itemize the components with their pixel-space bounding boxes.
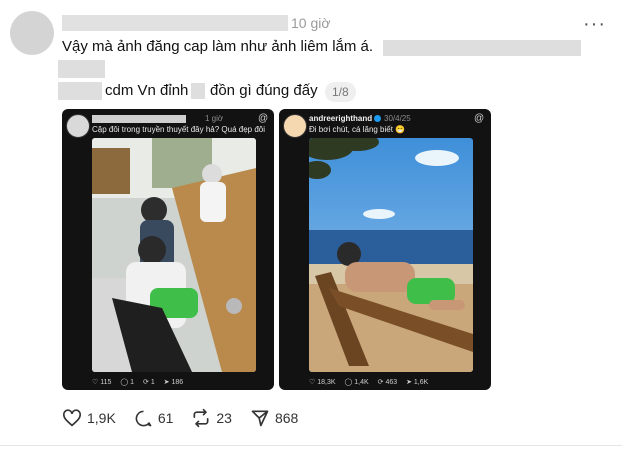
repost-button[interactable]: 23 [191, 408, 232, 428]
repost-icon [193, 408, 209, 428]
send-icon [251, 410, 269, 427]
repost-count: 23 [216, 410, 232, 426]
card-reposts: ⟳ 463 [377, 379, 398, 386]
card-likes: ♡ 18,3K [309, 379, 336, 386]
action-bar: 1,9K 61 23 868 [62, 407, 316, 429]
share-count: 868 [274, 410, 299, 426]
more-options-icon[interactable]: ··· [583, 14, 606, 34]
card-date: 30/4/25 [384, 114, 411, 123]
card-comments: ◯ 1 [120, 379, 135, 386]
post-divider [0, 445, 622, 446]
card-time: 1 giờ [205, 114, 224, 123]
redacted-text [58, 82, 102, 100]
author-avatar[interactable] [10, 11, 54, 55]
threads-logo-icon: @ [474, 113, 485, 124]
post-text-line-3a: cdm Vn đỉnh [105, 82, 189, 99]
photo-cafe [92, 138, 256, 372]
comment-icon [135, 410, 152, 426]
image-counter: 1/8 [325, 82, 356, 102]
card-stats: ♡ 115 ◯ 1 ⟳ 1 ➤ 186 [92, 377, 190, 389]
like-button[interactable]: 1,9K [62, 409, 116, 427]
photo-beach [309, 138, 473, 372]
comment-count: 61 [157, 410, 174, 426]
card-avatar [66, 114, 90, 138]
card-likes: ♡ 115 [92, 379, 112, 386]
card-text: Cặp đôi trong truyền thuyết đây hả? Quá … [92, 125, 266, 134]
embedded-screenshot-right[interactable]: andreerighthand 30/4/25 @ Đi bơi chút, c… [279, 109, 491, 390]
card-stats: ♡ 18,3K ◯ 1,4K ⟳ 463 ➤ 1,6K [309, 377, 435, 389]
card-shares: ➤ 186 [163, 379, 184, 386]
share-button[interactable]: 868 [250, 408, 298, 428]
card-text: Đi bơi chút, cá lăng biết 😁 [309, 125, 406, 134]
heart-icon [63, 409, 81, 427]
author-name-redacted[interactable] [62, 15, 288, 31]
thread-post: 10 giờ ··· Vậy mà ảnh đăng cap làm như ả… [0, 0, 622, 451]
verified-badge-icon [374, 115, 381, 122]
card-name-redacted [92, 115, 186, 123]
comment-button[interactable]: 61 [134, 409, 174, 428]
card-shares: ➤ 1,6K [406, 379, 429, 386]
like-count: 1,9K [87, 410, 116, 426]
card-reposts: ⟳ 1 [143, 379, 155, 386]
card-username: andreerighthand [309, 114, 373, 123]
redacted-text [58, 60, 105, 78]
post-text-line-1: Vậy mà ảnh đăng cap làm như ảnh liêm lắm… [62, 38, 374, 55]
embedded-screenshot-left[interactable]: 1 giờ @ Cặp đôi trong truyền thuyết đây … [62, 109, 274, 390]
redacted-text [383, 40, 581, 56]
redacted-text [191, 83, 205, 99]
card-comments: ◯ 1,4K [344, 379, 369, 386]
post-text-line-3b: đồn gì đúng đấy [210, 82, 318, 99]
post-time: 10 giờ [291, 15, 331, 31]
card-avatar [283, 114, 307, 138]
threads-logo-icon: @ [258, 113, 269, 124]
